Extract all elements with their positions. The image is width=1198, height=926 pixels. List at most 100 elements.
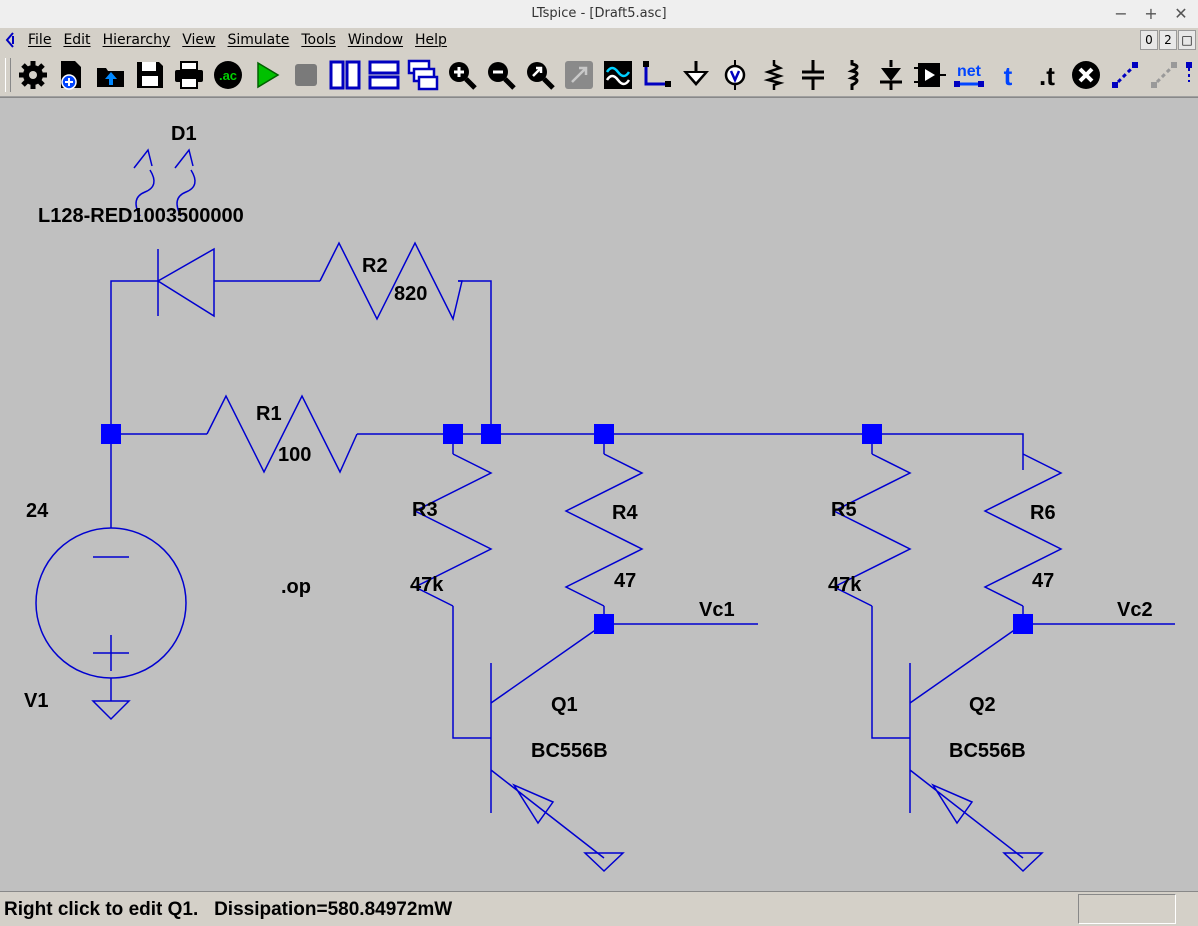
dot-t-label: .t: [1039, 61, 1055, 91]
component-icon[interactable]: [913, 58, 947, 92]
q1-value[interactable]: BC556B: [531, 740, 608, 763]
status-panel: [1078, 894, 1176, 924]
r5-name[interactable]: R5: [831, 499, 857, 522]
spice-directive-icon[interactable]: .t: [1030, 58, 1064, 92]
menu-hierarchy[interactable]: Hierarchy: [103, 32, 171, 48]
new-schematic-icon[interactable]: [55, 58, 89, 92]
tile-horizontal-icon[interactable]: [367, 58, 401, 92]
window-title: LTspice - [Draft5.asc]: [531, 6, 667, 21]
waveform-icon[interactable]: [601, 58, 635, 92]
ltspice-logo-icon: [5, 32, 14, 48]
label-icon[interactable]: [718, 58, 752, 92]
v1-ground: [91, 695, 131, 721]
diode-icon[interactable]: [874, 58, 908, 92]
v1-polarity-marks: [93, 556, 129, 671]
r4-name[interactable]: R4: [612, 502, 638, 525]
inductor-icon[interactable]: [835, 58, 869, 92]
menu-window[interactable]: Window: [348, 32, 403, 48]
menu-edit[interactable]: Edit: [63, 32, 90, 48]
schematic-canvas[interactable]: D1 L128-RED1003500000 R2 820 R1 100 24 V…: [0, 97, 1198, 891]
wire: [603, 606, 758, 625]
move-icon[interactable]: [1147, 58, 1181, 92]
d1-diode-symbol: [156, 247, 215, 318]
wire: [458, 280, 492, 434]
menu-bar: File Edit Hierarchy View Simulate Tools …: [0, 28, 1198, 52]
ground-icon[interactable]: [679, 58, 713, 92]
wire-icon[interactable]: [640, 58, 674, 92]
netlist-icon[interactable]: net: [952, 58, 986, 92]
tile-vertical-icon[interactable]: [328, 58, 362, 92]
v1-value[interactable]: 24: [26, 500, 48, 523]
drag-icon[interactable]: [1182, 58, 1198, 92]
wire: [490, 623, 605, 704]
resistor-icon[interactable]: [757, 58, 791, 92]
d1-value[interactable]: L128-RED1003500000: [38, 205, 244, 228]
run-icon[interactable]: [250, 58, 284, 92]
duplicate-icon[interactable]: [1108, 58, 1142, 92]
r2-resistor-symbol: [319, 241, 463, 322]
title-bar: LTspice - [Draft5.asc] − + ✕: [0, 0, 1198, 29]
gear-icon[interactable]: [16, 58, 50, 92]
maximize-button[interactable]: +: [1142, 4, 1160, 23]
menu-file[interactable]: File: [28, 32, 51, 48]
net-label: net: [957, 63, 982, 80]
halt-icon[interactable]: [289, 58, 323, 92]
toolbar: .ac net t .t: [0, 52, 1198, 97]
q2-value[interactable]: BC556B: [949, 740, 1026, 763]
mdi-close-button[interactable]: □: [1178, 30, 1196, 50]
minimize-button[interactable]: −: [1112, 4, 1130, 23]
status-bar: Right click to edit Q1. Dissipation=580.…: [0, 891, 1198, 926]
q2-name[interactable]: Q2: [969, 694, 996, 717]
v1-name[interactable]: V1: [24, 690, 48, 713]
r1-name[interactable]: R1: [256, 403, 282, 426]
ac-analysis-icon[interactable]: .ac: [211, 58, 245, 92]
r1-value[interactable]: 100: [278, 444, 311, 467]
t-label: t: [1004, 61, 1013, 91]
save-icon[interactable]: [133, 58, 167, 92]
r6-name[interactable]: R6: [1030, 502, 1056, 525]
junction-dot: [594, 424, 614, 444]
d1-name[interactable]: D1: [171, 123, 197, 146]
r2-name[interactable]: R2: [362, 255, 388, 278]
r2-value[interactable]: 820: [394, 283, 427, 306]
print-icon[interactable]: [172, 58, 206, 92]
wire: [452, 606, 491, 739]
cascade-icon[interactable]: [406, 58, 440, 92]
op-directive[interactable]: .op: [281, 576, 311, 599]
mdi-minimize-button[interactable]: 0: [1140, 30, 1158, 50]
text-icon[interactable]: t: [991, 58, 1025, 92]
wire: [909, 623, 1024, 704]
menu-view[interactable]: View: [182, 32, 215, 48]
vc1-net-label[interactable]: Vc1: [699, 599, 735, 622]
r3-name[interactable]: R3: [412, 499, 438, 522]
q1-name[interactable]: Q1: [551, 694, 578, 717]
capacitor-icon[interactable]: [796, 58, 830, 92]
r4-value[interactable]: 47: [614, 570, 636, 593]
vc2-net-label[interactable]: Vc2: [1117, 599, 1153, 622]
junction-dot: [101, 424, 121, 444]
zoom-fit-icon[interactable]: [523, 58, 557, 92]
menu-simulate[interactable]: Simulate: [227, 32, 289, 48]
zoom-out-icon[interactable]: [484, 58, 518, 92]
r6-value[interactable]: 47: [1032, 570, 1054, 593]
junction-dot: [1013, 614, 1033, 634]
junction-dot: [443, 424, 463, 444]
q1-ground: [583, 852, 625, 873]
r3-value[interactable]: 47k: [410, 574, 443, 597]
junction-dot: [481, 424, 501, 444]
wire: [871, 606, 910, 739]
q2-ground: [1002, 852, 1044, 873]
delete-icon[interactable]: [1069, 58, 1103, 92]
autorange-icon[interactable]: [562, 58, 596, 92]
r5-value[interactable]: 47k: [828, 574, 861, 597]
menu-help[interactable]: Help: [415, 32, 447, 48]
close-button[interactable]: ✕: [1172, 4, 1190, 23]
ac-label: .ac: [219, 68, 237, 83]
menu-tools[interactable]: Tools: [301, 32, 336, 48]
mdi-restore-button[interactable]: 2: [1159, 30, 1177, 50]
toolbar-grip[interactable]: [5, 58, 11, 92]
zoom-in-icon[interactable]: [445, 58, 479, 92]
wire: [110, 280, 158, 434]
open-icon[interactable]: [94, 58, 128, 92]
junction-dot: [594, 614, 614, 634]
